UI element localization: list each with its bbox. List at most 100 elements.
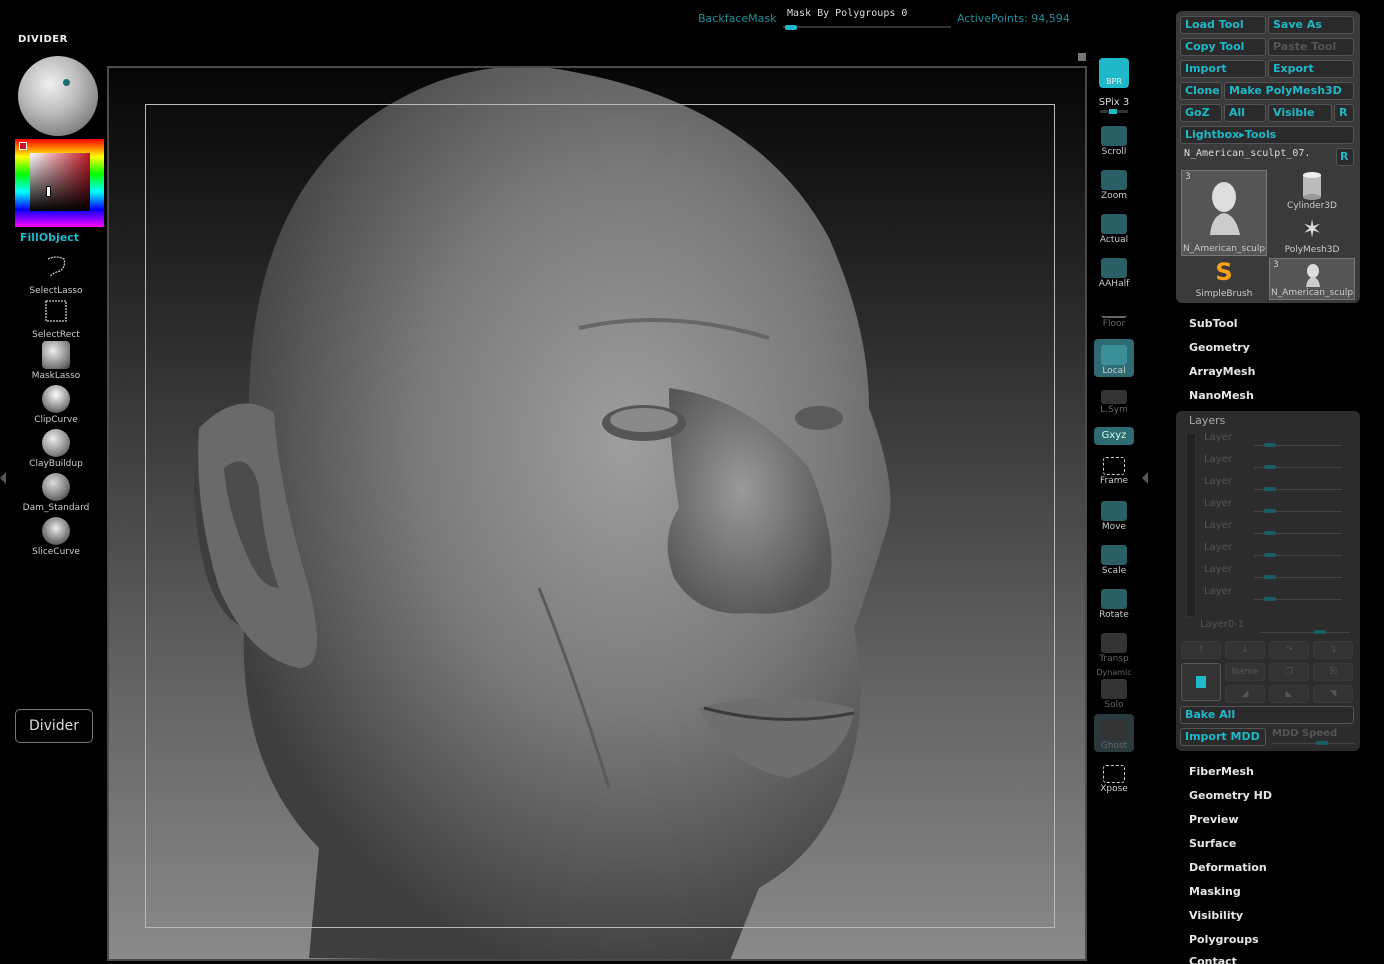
bpr-render-button[interactable]: BPR xyxy=(1094,58,1134,88)
layer-split-button[interactable]: ◢ xyxy=(1225,685,1265,703)
save-as-button[interactable]: Save As xyxy=(1268,16,1354,34)
layer-down-button[interactable]: ↓ xyxy=(1225,641,1265,659)
new-layer-button[interactable] xyxy=(1181,663,1221,701)
menu-geometry[interactable]: Geometry xyxy=(1189,341,1250,354)
goz-visible-button[interactable]: Visible xyxy=(1268,104,1332,122)
canvas-resize-handle[interactable] xyxy=(1078,53,1086,61)
menu-visibility[interactable]: Visibility xyxy=(1189,909,1243,922)
make-polymesh-button[interactable]: Make PolyMesh3D xyxy=(1224,82,1354,100)
layer-up-button[interactable]: ↑ xyxy=(1181,641,1221,659)
menu-polygroups[interactable]: Polygroups xyxy=(1189,933,1259,946)
gxyz-toggle[interactable]: Gxyz xyxy=(1094,427,1134,445)
menu-subtool[interactable]: SubTool xyxy=(1189,317,1238,330)
layer-intensity-thumb[interactable] xyxy=(1264,465,1276,469)
tool-dam-standard[interactable]: Dam_Standard xyxy=(22,473,90,513)
layers-title[interactable]: Layers xyxy=(1189,414,1225,427)
zoom-button[interactable]: Zoom xyxy=(1094,170,1134,201)
spix-thumb[interactable] xyxy=(1109,109,1117,114)
solo-button[interactable]: Solo xyxy=(1094,679,1134,710)
tool-thumb-american-sculpt-large[interactable]: 3 N_American_sculp xyxy=(1181,170,1267,256)
goz-button[interactable]: GoZ xyxy=(1180,104,1222,122)
right-tray-collapse-arrow[interactable] xyxy=(1142,472,1148,484)
tool-thumb-american-sculpt-small[interactable]: 3 N_American_sculp xyxy=(1269,258,1355,300)
layers-scrollbar[interactable] xyxy=(1186,433,1196,617)
mask-slider-thumb[interactable] xyxy=(785,25,797,30)
menu-geometry-hd[interactable]: Geometry HD xyxy=(1189,789,1272,802)
mdd-speed-thumb[interactable] xyxy=(1316,741,1328,745)
actual-button[interactable]: Actual xyxy=(1094,214,1134,245)
layer-row[interactable]: Layer xyxy=(1204,542,1354,562)
menu-contact[interactable]: Contact xyxy=(1189,955,1237,964)
layer-intensity-thumb[interactable] xyxy=(1264,443,1276,447)
layer-row[interactable]: Layer xyxy=(1204,586,1354,606)
left-tray-collapse-arrow[interactable] xyxy=(0,472,6,484)
goz-all-button[interactable]: All xyxy=(1224,104,1266,122)
layer-row[interactable]: Layer xyxy=(1204,520,1354,540)
fill-object-button[interactable]: FillObject xyxy=(20,231,79,244)
menu-preview[interactable]: Preview xyxy=(1189,813,1239,826)
menu-fibermesh[interactable]: FiberMesh xyxy=(1189,765,1254,778)
mask-by-polygroups-slider[interactable]: Mask By Polygroups 0 xyxy=(783,8,951,30)
menu-arraymesh[interactable]: ArrayMesh xyxy=(1189,365,1255,378)
mdd-speed-slider[interactable]: MDD Speed xyxy=(1272,728,1354,746)
aahalf-button[interactable]: AAHalf xyxy=(1094,258,1134,289)
layer-intensity-thumb[interactable] xyxy=(1264,553,1276,557)
main-color-swatch[interactable] xyxy=(19,142,27,150)
layer-intensity-thumb[interactable] xyxy=(1264,487,1276,491)
menu-deformation[interactable]: Deformation xyxy=(1189,861,1267,874)
xpose-button[interactable]: Xpose xyxy=(1094,765,1134,794)
layer-redo-button[interactable]: ↷ xyxy=(1269,641,1309,659)
paste-tool-button[interactable]: Paste Tool xyxy=(1268,38,1354,56)
copy-tool-button[interactable]: Copy Tool xyxy=(1180,38,1266,56)
divider-button[interactable]: Divider xyxy=(15,709,93,743)
layer-row[interactable]: Layer xyxy=(1204,476,1354,496)
import-mdd-button[interactable]: Import MDD xyxy=(1180,728,1266,746)
layer-duplicate-button[interactable]: ❐ xyxy=(1269,663,1309,681)
viewport-canvas[interactable] xyxy=(107,66,1087,961)
tool-mask-lasso[interactable]: MaskLasso xyxy=(22,341,90,381)
layer-intensity-thumb[interactable] xyxy=(1264,531,1276,535)
layer-paste-button[interactable]: ◥ xyxy=(1313,685,1353,703)
spix-slider[interactable]: SPix 3 xyxy=(1094,97,1134,114)
lsym-button[interactable]: L.Sym xyxy=(1094,390,1134,415)
ghost-button[interactable]: Ghost xyxy=(1094,714,1134,752)
tool-clay-buildup[interactable]: ClayBuildup xyxy=(22,429,90,469)
layer-row[interactable]: Layer xyxy=(1204,564,1354,584)
scroll-button[interactable]: Scroll xyxy=(1094,126,1134,157)
tool-thumb-polymesh3d[interactable]: ✶ PolyMesh3D xyxy=(1269,214,1355,256)
tool-clip-curve[interactable]: ClipCurve xyxy=(22,385,90,425)
clone-button[interactable]: Clone xyxy=(1180,82,1222,100)
move-button[interactable]: Move xyxy=(1094,501,1134,532)
tool-slice-curve[interactable]: SliceCurve xyxy=(22,517,90,557)
layer-intensity-thumb[interactable] xyxy=(1264,575,1276,579)
layer-row[interactable]: Layer xyxy=(1204,454,1354,474)
menu-masking[interactable]: Masking xyxy=(1189,885,1241,898)
layer-intensity-thumb[interactable] xyxy=(1264,509,1276,513)
tool-thumb-cylinder3d[interactable]: Cylinder3D xyxy=(1269,170,1355,212)
menu-nanomesh[interactable]: NanoMesh xyxy=(1189,389,1254,402)
layer-copy-button[interactable]: ◣ xyxy=(1269,685,1309,703)
layer0-thumb[interactable] xyxy=(1314,630,1326,634)
rotate-button[interactable]: Rotate xyxy=(1094,589,1134,620)
menu-surface[interactable]: Surface xyxy=(1189,837,1236,850)
tool-select-rect[interactable]: SelectRect xyxy=(22,297,90,340)
layer-row[interactable]: Layer xyxy=(1204,498,1354,518)
export-button[interactable]: Export xyxy=(1268,60,1354,78)
current-tool-slider[interactable]: N_American_sculpt_07. xyxy=(1184,148,1334,159)
scale-button[interactable]: Scale xyxy=(1094,545,1134,576)
tool-select-lasso[interactable]: SelectLasso xyxy=(22,253,90,296)
material-sphere[interactable] xyxy=(18,56,98,136)
lightbox-tools-button[interactable]: Lightbox▸Tools xyxy=(1180,126,1354,144)
frame-button[interactable]: Frame xyxy=(1094,457,1134,486)
layer0-slider[interactable]: Layer0-1 xyxy=(1200,619,1350,634)
load-tool-button[interactable]: Load Tool xyxy=(1180,16,1266,34)
floor-button[interactable]: Floor xyxy=(1094,302,1134,329)
tool-thumb-simplebrush[interactable]: S SimpleBrush xyxy=(1181,258,1267,300)
backface-mask-toggle[interactable]: BackfaceMask xyxy=(698,12,776,25)
goz-r-button[interactable]: R xyxy=(1334,104,1354,122)
local-button[interactable]: Local xyxy=(1094,339,1134,377)
layer-intensity-thumb[interactable] xyxy=(1264,597,1276,601)
color-picker[interactable] xyxy=(15,139,104,227)
tool-r-button[interactable]: R xyxy=(1336,148,1354,166)
layer-name-button[interactable]: Name xyxy=(1225,663,1265,681)
